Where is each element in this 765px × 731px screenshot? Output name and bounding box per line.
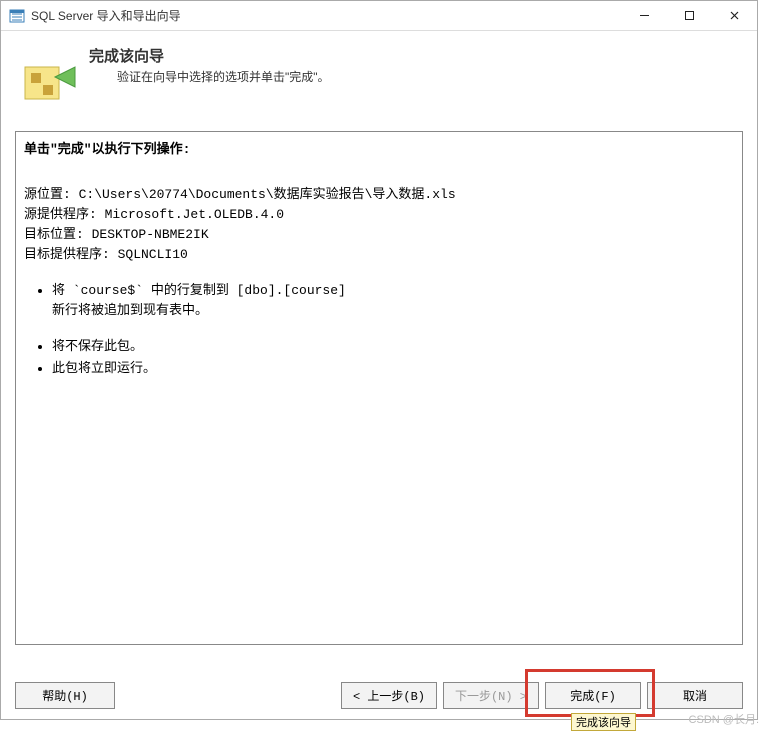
- finish-tooltip: 完成该向导: [571, 713, 636, 731]
- copy-action-sub: 新行将被追加到现有表中。: [52, 301, 734, 321]
- summary-panel: 单击"完成"以执行下列操作: 源位置: C:\Users\20774\Docum…: [15, 131, 743, 645]
- wizard-header: 完成该向导 验证在向导中选择的选项并单击"完成"。: [1, 31, 757, 119]
- wizard-window: SQL Server 导入和导出向导 完成该向导 验证在向导中选择的选项并: [0, 0, 758, 720]
- dest-location: 目标位置: DESKTOP-NBME2IK: [24, 225, 734, 245]
- finish-button[interactable]: 完成(F): [545, 682, 641, 709]
- source-provider: 源提供程序: Microsoft.Jet.OLEDB.4.0: [24, 205, 734, 225]
- list-item: 此包将立即运行。: [52, 359, 734, 379]
- summary-intro: 单击"完成"以执行下列操作:: [24, 138, 734, 157]
- close-button[interactable]: [712, 1, 757, 31]
- page-title: 完成该向导: [89, 45, 330, 66]
- back-button[interactable]: < 上一步(B): [341, 682, 437, 709]
- source-location: 源位置: C:\Users\20774\Documents\数据库实验报告\导入…: [24, 185, 734, 205]
- summary-copy-list: 将 `course$` 中的行复制到 [dbo].[course] 新行将被追加…: [24, 281, 734, 321]
- copy-action: 将 `course$` 中的行复制到 [dbo].[course]: [52, 283, 346, 298]
- list-item: 将不保存此包。: [52, 337, 734, 357]
- page-subtitle: 验证在向导中选择的选项并单击"完成"。: [89, 68, 330, 85]
- window-title: SQL Server 导入和导出向导: [31, 7, 181, 24]
- content-border-wrap: 单击"完成"以执行下列操作: 源位置: C:\Users\20774\Docum…: [15, 131, 743, 645]
- watermark: CSDN @长月.: [689, 711, 759, 727]
- minimize-button[interactable]: [622, 1, 667, 31]
- titlebar: SQL Server 导入和导出向导: [1, 1, 757, 31]
- summary-source-dest: 源位置: C:\Users\20774\Documents\数据库实验报告\导入…: [24, 185, 734, 265]
- app-icon: [9, 8, 25, 24]
- window-controls: [622, 1, 757, 31]
- summary-package-list: 将不保存此包。 此包将立即运行。: [24, 337, 734, 379]
- wizard-header-text: 完成该向导 验证在向导中选择的选项并单击"完成"。: [89, 45, 330, 85]
- button-row: 帮助(H) < 上一步(B) 下一步(N) > 完成(F) 取消: [1, 682, 757, 709]
- next-button: 下一步(N) >: [443, 682, 539, 709]
- maximize-button[interactable]: [667, 1, 712, 31]
- dest-provider: 目标提供程序: SQLNCLI10: [24, 245, 734, 265]
- list-item: 将 `course$` 中的行复制到 [dbo].[course] 新行将被追加…: [52, 281, 734, 321]
- help-button[interactable]: 帮助(H): [15, 682, 115, 709]
- cancel-button[interactable]: 取消: [647, 682, 743, 709]
- wizard-icon: [17, 45, 77, 105]
